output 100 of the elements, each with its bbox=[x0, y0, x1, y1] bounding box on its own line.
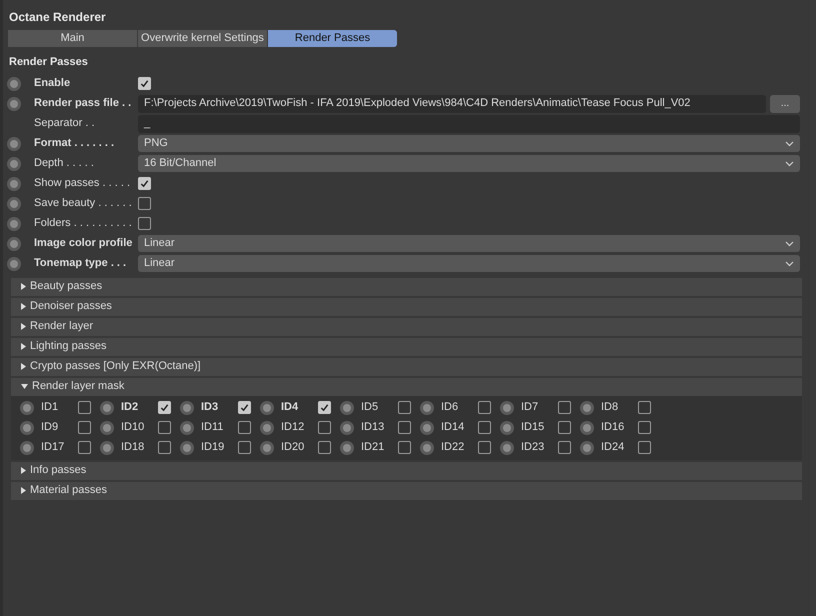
keyframe-dot[interactable] bbox=[420, 420, 434, 434]
keyframe-dot[interactable] bbox=[7, 176, 21, 190]
checkbox[interactable] bbox=[478, 421, 491, 434]
checkbox[interactable] bbox=[138, 77, 151, 90]
checkbox[interactable] bbox=[158, 421, 171, 434]
tab[interactable]: Overwrite kernel Settings bbox=[138, 30, 268, 47]
checkbox[interactable] bbox=[238, 441, 251, 454]
dropdown[interactable]: 16 Bit/Channel bbox=[138, 155, 800, 172]
keyframe-dot[interactable] bbox=[260, 420, 274, 434]
file-path-field[interactable]: F:\Projects Archive\2019\TwoFish - IFA 2019\Exploded Views\984\C4D Renders\Animatic\Tease Focus Pull_V02 bbox=[138, 94, 766, 112]
browse-button[interactable]: ... bbox=[770, 94, 800, 112]
caret-down-icon bbox=[21, 384, 28, 389]
keyframe-dot[interactable] bbox=[180, 440, 194, 454]
checkbox[interactable] bbox=[478, 441, 491, 454]
keyframe-dot[interactable] bbox=[580, 420, 594, 434]
checkbox[interactable] bbox=[478, 401, 491, 414]
keyframe-dot[interactable] bbox=[20, 440, 34, 454]
checkbox[interactable] bbox=[158, 441, 171, 454]
checkbox[interactable] bbox=[398, 401, 411, 414]
checkbox[interactable] bbox=[318, 441, 331, 454]
chevron-down-icon bbox=[785, 160, 794, 166]
checkbox[interactable] bbox=[138, 197, 151, 210]
id-label: ID24 bbox=[601, 440, 626, 456]
keyframe-dot[interactable] bbox=[7, 156, 21, 170]
keyframe-dot[interactable] bbox=[7, 136, 21, 150]
keyframe-dot[interactable] bbox=[20, 420, 34, 434]
keyframe-dot[interactable] bbox=[180, 400, 194, 414]
keyframe-dot[interactable] bbox=[420, 440, 434, 454]
checkbox[interactable] bbox=[238, 421, 251, 434]
keyframe-dot[interactable] bbox=[7, 196, 21, 210]
id-label: ID18 bbox=[121, 440, 146, 456]
keyframe-dot[interactable] bbox=[100, 420, 114, 434]
keyframe-dot[interactable] bbox=[260, 400, 274, 414]
keyframe-dot[interactable] bbox=[7, 256, 21, 270]
keyframe-dot[interactable] bbox=[340, 400, 354, 414]
keyframe-dot[interactable] bbox=[500, 420, 514, 434]
keyframe-dot[interactable] bbox=[580, 440, 594, 454]
checkbox[interactable] bbox=[558, 421, 571, 434]
dropdown[interactable]: Linear bbox=[138, 235, 800, 252]
keyframe-dot[interactable] bbox=[260, 440, 274, 454]
section-header[interactable]: Lighting passes bbox=[11, 338, 802, 356]
id-label: ID16 bbox=[601, 420, 626, 436]
id-label: ID11 bbox=[201, 420, 224, 436]
keyframe-dot[interactable] bbox=[7, 236, 21, 250]
field-label: Separator . . bbox=[34, 117, 95, 130]
id-label: ID10 bbox=[121, 420, 146, 436]
checkbox[interactable] bbox=[398, 421, 411, 434]
id-label: ID14 bbox=[441, 420, 466, 436]
checkbox[interactable] bbox=[158, 401, 171, 414]
checkbox[interactable] bbox=[138, 217, 151, 230]
id-label: ID15 bbox=[521, 420, 546, 436]
keyframe-dot[interactable] bbox=[500, 400, 514, 414]
checkbox[interactable] bbox=[558, 441, 571, 454]
checkbox[interactable] bbox=[318, 401, 331, 414]
section-header[interactable]: Render layer bbox=[11, 318, 802, 336]
checkbox[interactable] bbox=[78, 401, 91, 414]
tab[interactable]: Main bbox=[8, 30, 138, 47]
checkbox[interactable] bbox=[638, 421, 651, 434]
section-header[interactable]: Material passes bbox=[11, 482, 802, 500]
keyframe-dot[interactable] bbox=[7, 216, 21, 230]
checkbox[interactable] bbox=[138, 177, 151, 190]
keyframe-dot[interactable] bbox=[100, 440, 114, 454]
checkbox[interactable] bbox=[638, 441, 651, 454]
keyframe-dot[interactable] bbox=[420, 400, 434, 414]
keyframe-dot[interactable] bbox=[340, 440, 354, 454]
caret-right-icon bbox=[21, 303, 26, 310]
keyframe-dot[interactable] bbox=[100, 400, 114, 414]
id-label: ID20 bbox=[281, 440, 306, 456]
keyframe-dot[interactable] bbox=[20, 400, 34, 414]
section-header[interactable]: Info passes bbox=[11, 462, 802, 480]
keyframe-dot[interactable] bbox=[340, 420, 354, 434]
id-label: ID9 bbox=[41, 420, 60, 436]
checkbox[interactable] bbox=[558, 401, 571, 414]
id-label: ID19 bbox=[201, 440, 226, 456]
field-label: Format . . . . . . . bbox=[34, 137, 114, 150]
dropdown[interactable]: Linear bbox=[138, 255, 800, 272]
section-header[interactable]: Denoiser passes bbox=[11, 298, 802, 316]
caret-right-icon bbox=[21, 487, 26, 494]
tab[interactable]: Render Passes bbox=[268, 30, 397, 47]
checkbox[interactable] bbox=[318, 421, 331, 434]
checkbox[interactable] bbox=[78, 441, 91, 454]
section-header[interactable]: Render layer mask bbox=[11, 378, 802, 396]
checkbox[interactable] bbox=[78, 421, 91, 434]
id-label: ID23 bbox=[521, 440, 546, 456]
checkbox[interactable] bbox=[638, 401, 651, 414]
keyframe-dot[interactable] bbox=[7, 76, 21, 90]
checkbox[interactable] bbox=[398, 441, 411, 454]
keyframe-dot[interactable] bbox=[180, 420, 194, 434]
dropdown[interactable]: PNG bbox=[138, 135, 800, 152]
keyframe-dot[interactable] bbox=[500, 440, 514, 454]
chevron-down-icon bbox=[785, 240, 794, 246]
field-label: Save beauty . . . . . . bbox=[34, 197, 132, 210]
keyframe-dot[interactable] bbox=[580, 400, 594, 414]
checkbox[interactable] bbox=[238, 401, 251, 414]
section-header[interactable]: Crypto passes [Only EXR(Octane)] bbox=[11, 358, 802, 376]
keyframe-dot[interactable] bbox=[7, 96, 21, 110]
id-label: ID6 bbox=[441, 400, 460, 416]
separator-field[interactable]: _ bbox=[138, 114, 800, 132]
chevron-down-icon bbox=[785, 140, 794, 146]
section-header[interactable]: Beauty passes bbox=[11, 278, 802, 296]
